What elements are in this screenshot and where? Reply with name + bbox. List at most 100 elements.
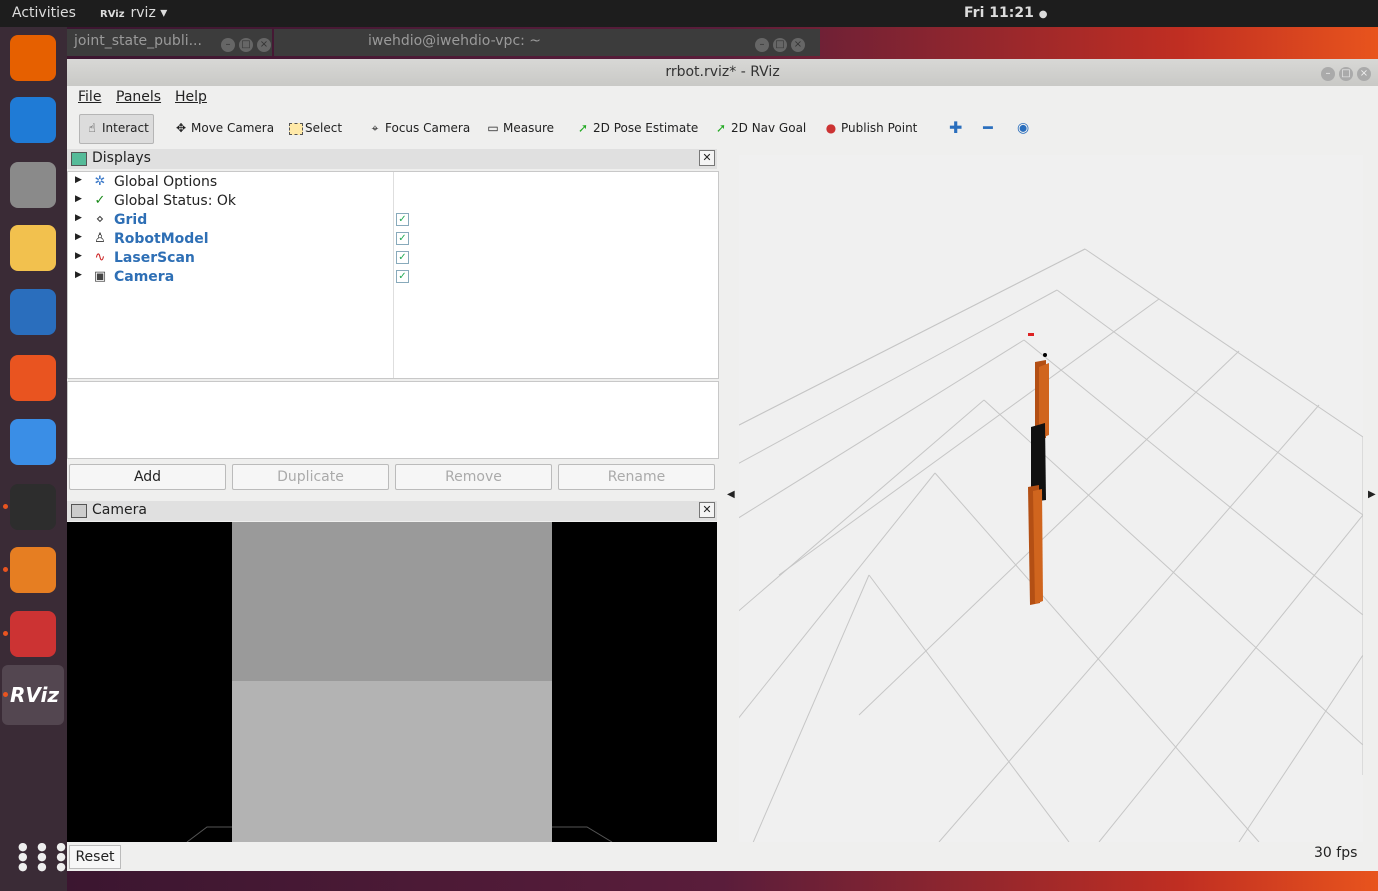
close-icon[interactable]: ✕	[699, 502, 715, 518]
add-button[interactable]: Add	[69, 464, 226, 490]
window-title: rrbot.rviz* - RViz	[665, 64, 780, 80]
bg-window-title: iwehdio@iwehdio-vpc: ~	[368, 33, 542, 49]
expand-arrow-icon[interactable]: ▶	[75, 194, 82, 204]
display-label: Grid	[114, 212, 148, 228]
ruler-icon: ▭	[487, 121, 499, 135]
minimize-icon[interactable]: –	[755, 38, 769, 52]
enabled-checkbox[interactable]: ✓	[396, 251, 409, 264]
clock[interactable]: Fri 11:21 ●	[964, 5, 1047, 21]
dock: RViz ● ● ● ● ● ● ● ● ●	[0, 27, 67, 891]
monitor-icon	[71, 152, 87, 166]
close-icon[interactable]: ×	[1357, 67, 1371, 81]
display-row[interactable]: ▶ ♙ RobotModel ✓	[68, 230, 718, 249]
enabled-checkbox[interactable]: ✓	[396, 213, 409, 226]
expand-arrow-icon[interactable]: ▶	[75, 175, 82, 185]
laser-point	[1028, 333, 1034, 336]
remove-tool-button[interactable]: ━	[979, 115, 997, 141]
minimize-icon[interactable]: –	[221, 38, 235, 52]
focus-icon: ⌖	[371, 121, 379, 135]
rviz-small-icon: RViz	[100, 9, 125, 20]
chevron-down-icon: ▾	[160, 5, 168, 21]
3d-viewport[interactable]	[739, 155, 1363, 842]
move-camera-tool[interactable]: ✥ Move Camera	[169, 115, 278, 141]
close-icon[interactable]: ×	[257, 38, 271, 52]
rviz-icon[interactable]: RViz	[10, 672, 59, 718]
hand-icon: ☝	[88, 121, 96, 135]
maximize-icon[interactable]: □	[773, 38, 787, 52]
firefox-icon[interactable]	[10, 35, 56, 81]
terminal-icon[interactable]	[10, 484, 56, 530]
measure-tool[interactable]: ▭ Measure	[481, 115, 558, 141]
camera-panel-header: Camera ✕	[67, 501, 717, 521]
duplicate-button[interactable]: Duplicate	[232, 464, 389, 490]
maximize-icon[interactable]: □	[239, 38, 253, 52]
camera-title: Camera	[92, 502, 147, 518]
toolbar: ☝ Interact ✥ Move Camera Select ⌖ Focus Cam…	[67, 112, 1378, 144]
display-row[interactable]: ▶ ∿ LaserScan ✓	[68, 249, 718, 268]
running-indicator	[3, 567, 8, 572]
expand-arrow-icon[interactable]: ▶	[75, 213, 82, 223]
writer-icon[interactable]	[10, 289, 56, 335]
help-icon[interactable]	[10, 419, 56, 465]
show-apps-icon[interactable]: ● ● ● ● ● ● ● ● ●	[18, 841, 66, 872]
nav-goal-tool[interactable]: ➚ 2D Nav Goal	[709, 115, 810, 141]
bg-window-terminal[interactable]: iwehdio@iwehdio-vpc: ~ – □ ×	[274, 29, 820, 56]
menu-panels[interactable]: Panels	[116, 89, 161, 105]
select-icon	[289, 122, 303, 135]
expand-arrow-icon[interactable]: ▶	[75, 251, 82, 261]
display-row[interactable]: ▶ ✲ Global Options	[68, 173, 718, 192]
reset-button[interactable]: Reset	[69, 845, 121, 869]
running-indicator	[3, 631, 8, 636]
camera-icon: ▣	[93, 269, 107, 284]
display-row[interactable]: ▶ ⋄ Grid ✓	[68, 211, 718, 230]
menu-help[interactable]: Help	[175, 89, 207, 105]
robot-icon: ♙	[94, 231, 106, 246]
enabled-checkbox[interactable]: ✓	[396, 270, 409, 283]
rhythmbox-icon[interactable]	[10, 225, 56, 271]
expand-arrow-icon[interactable]: ▶	[75, 232, 82, 242]
software-icon[interactable]	[10, 355, 56, 401]
display-row[interactable]: ▶ ✓ Global Status: Ok	[68, 192, 718, 211]
fps-readout: 30 fps	[1314, 845, 1358, 861]
window-titlebar[interactable]: rrbot.rviz* - RViz – □ ×	[67, 59, 1378, 86]
app-menu[interactable]: RViz rviz ▾	[100, 5, 167, 21]
collapse-right-icon[interactable]: ▶	[1368, 489, 1376, 500]
displays-title: Displays	[92, 150, 151, 166]
display-row[interactable]: ▶ ▣ Camera ✓	[68, 268, 718, 287]
pose-estimate-tool[interactable]: ➚ 2D Pose Estimate	[571, 115, 702, 141]
top-bar: Activities RViz rviz ▾ Fri 11:21 ●	[0, 0, 1378, 27]
camera-image-view[interactable]	[67, 522, 717, 842]
files-icon[interactable]	[10, 162, 56, 208]
close-icon[interactable]: ×	[791, 38, 805, 52]
blocked-app-icon[interactable]	[10, 611, 56, 657]
focus-camera-tool[interactable]: ⌖ Focus Camera	[363, 115, 474, 141]
expand-arrow-icon[interactable]: ▶	[75, 270, 82, 280]
minimize-icon[interactable]: –	[1321, 67, 1335, 81]
rename-button[interactable]: Rename	[558, 464, 715, 490]
display-description	[67, 381, 719, 459]
maximize-icon[interactable]: □	[1339, 67, 1353, 81]
plus-icon: ✚	[949, 118, 963, 137]
activities-button[interactable]: Activities	[12, 5, 76, 21]
close-icon[interactable]: ✕	[699, 150, 715, 166]
move-camera-icon: ✥	[175, 121, 187, 135]
collapse-left-icon[interactable]: ◀	[727, 489, 735, 500]
menu-file[interactable]: File	[78, 89, 101, 105]
running-indicator	[3, 504, 8, 509]
add-tool-button[interactable]: ✚	[945, 115, 966, 141]
display-label: Global Options	[114, 174, 218, 190]
view-menu-button[interactable]: ◉	[1013, 115, 1033, 141]
check-icon: ✓	[94, 193, 106, 208]
remove-button[interactable]: Remove	[395, 464, 552, 490]
thunderbird-icon[interactable]	[10, 97, 56, 143]
gazebo-icon[interactable]	[10, 547, 56, 593]
select-tool[interactable]: Select	[285, 115, 346, 141]
display-label: LaserScan	[114, 250, 195, 266]
enabled-checkbox[interactable]: ✓	[396, 232, 409, 245]
bg-window-title: joint_state_publi...	[74, 33, 202, 49]
bg-window-joint-state[interactable]: joint_state_publi... – □ ×	[67, 29, 272, 56]
interact-tool[interactable]: ☝ Interact	[79, 114, 154, 144]
running-indicator	[3, 692, 8, 697]
publish-point-tool[interactable]: ● Publish Point	[819, 115, 921, 141]
display-label: RobotModel	[114, 231, 209, 247]
